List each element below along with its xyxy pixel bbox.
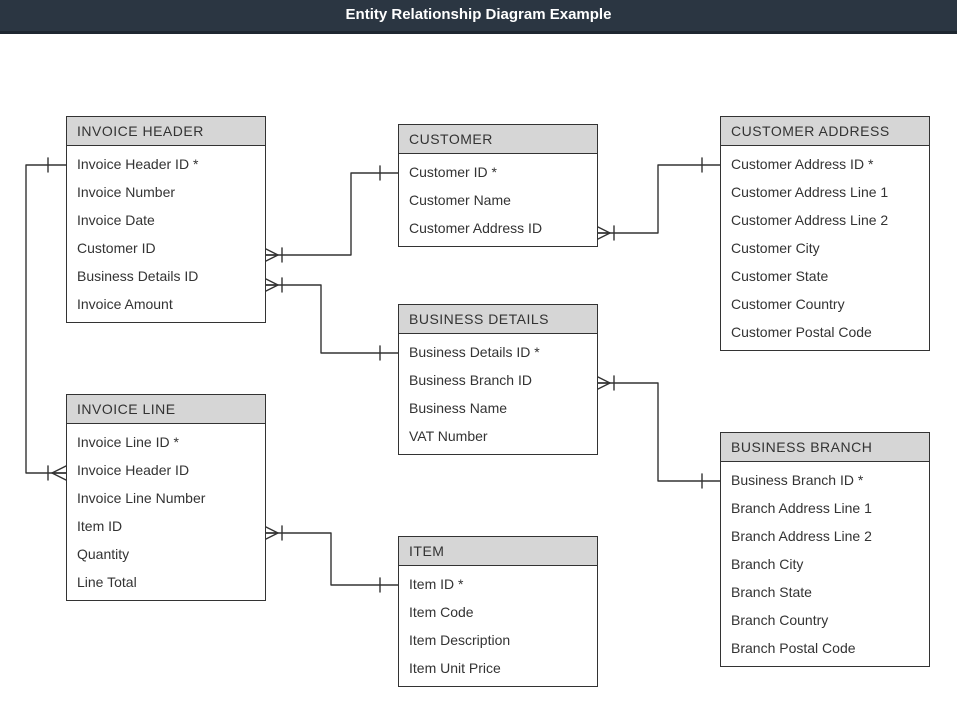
entity-title: BUSINESS BRANCH: [721, 433, 929, 462]
entity-invoice_header: INVOICE HEADERInvoice Header ID *Invoice…: [66, 116, 266, 323]
entity-attr: Item Unit Price: [399, 654, 597, 682]
entity-business_branch: BUSINESS BRANCHBusiness Branch ID *Branc…: [720, 432, 930, 667]
entity-attr: Customer Address Line 2: [721, 206, 929, 234]
entity-invoice_line: INVOICE LINE Invoice Line ID *Invoice Hea…: [66, 394, 266, 601]
entity-attr: Item Code: [399, 598, 597, 626]
entity-attr: Branch Postal Code: [721, 634, 929, 662]
page-title-bar: Entity Relationship Diagram Example: [0, 0, 957, 34]
entity-attr: Invoice Line Number: [67, 484, 265, 512]
entity-attr: Item Description: [399, 626, 597, 654]
entity-attr: Invoice Header ID *: [67, 150, 265, 178]
entity-attr: Customer Address ID *: [721, 150, 929, 178]
entity-attr: Customer Postal Code: [721, 318, 929, 346]
entity-attr: Invoice Line ID *: [67, 428, 265, 456]
entity-attr: Business Branch ID *: [721, 466, 929, 494]
entity-attr: Customer Name: [399, 186, 597, 214]
entity-attr: Business Branch ID: [399, 366, 597, 394]
entity-attr: Customer Address ID: [399, 214, 597, 242]
entity-title: BUSINESS DETAILS: [399, 305, 597, 334]
entity-attr: Item ID *: [399, 570, 597, 598]
entity-attr: Branch State: [721, 578, 929, 606]
entity-attr: Business Details ID *: [399, 338, 597, 366]
entity-title: CUSTOMER: [399, 125, 597, 154]
entity-business_details: BUSINESS DETAILSBusiness Details ID *Bus…: [398, 304, 598, 455]
entity-customer_address: CUSTOMER ADDRESSCustomer Address ID *Cus…: [720, 116, 930, 351]
entity-title: INVOICE LINE: [67, 395, 265, 424]
entity-attr: Customer City: [721, 234, 929, 262]
entity-attr: Business Details ID: [67, 262, 265, 290]
entity-attr: Customer ID *: [399, 158, 597, 186]
entity-title: ITEM: [399, 537, 597, 566]
entity-title: CUSTOMER ADDRESS: [721, 117, 929, 146]
entity-attr: Invoice Date: [67, 206, 265, 234]
entity-attr: Branch Address Line 1: [721, 494, 929, 522]
page-title: Entity Relationship Diagram Example: [346, 6, 612, 23]
entity-attr: Line Total: [67, 568, 265, 596]
entity-customer: CUSTOMER Customer ID *Customer NameCustom…: [398, 124, 598, 247]
entity-attr: Customer Country: [721, 290, 929, 318]
entity-attr: VAT Number: [399, 422, 597, 450]
entity-attr: Business Name: [399, 394, 597, 422]
entity-attr: Customer State: [721, 262, 929, 290]
entity-item: ITEM Item ID *Item CodeItem DescriptionIt…: [398, 536, 598, 687]
entity-attr: Branch Address Line 2: [721, 522, 929, 550]
entity-attr: Invoice Amount: [67, 290, 265, 318]
entity-attr: Branch Country: [721, 606, 929, 634]
entity-attr: Branch City: [721, 550, 929, 578]
entity-attr: Invoice Number: [67, 178, 265, 206]
entity-attr: Customer Address Line 1: [721, 178, 929, 206]
entity-title: INVOICE HEADER: [67, 117, 265, 146]
entity-attr: Invoice Header ID: [67, 456, 265, 484]
entity-attr: Customer ID: [67, 234, 265, 262]
diagram-canvas: INVOICE HEADERInvoice Header ID *Invoice…: [0, 34, 957, 704]
entity-attr: Item ID: [67, 512, 265, 540]
entity-attr: Quantity: [67, 540, 265, 568]
